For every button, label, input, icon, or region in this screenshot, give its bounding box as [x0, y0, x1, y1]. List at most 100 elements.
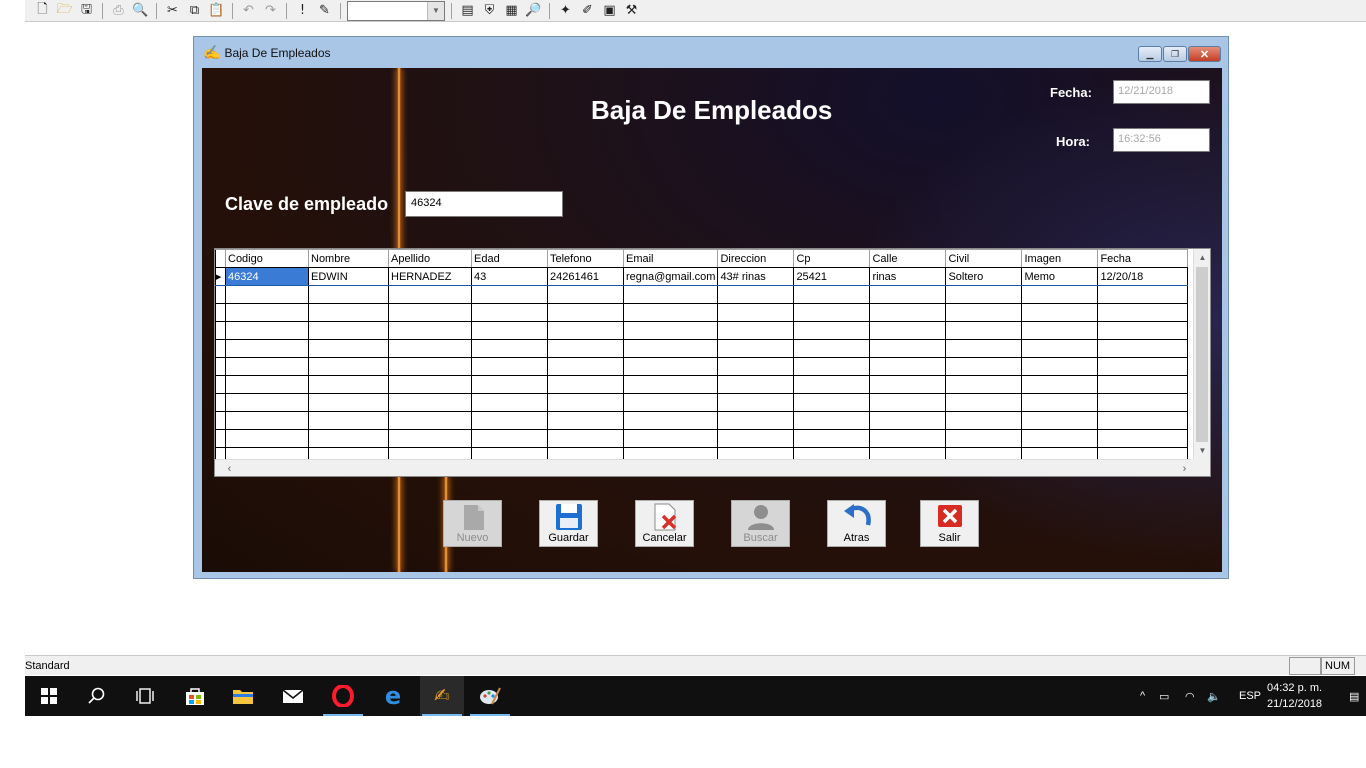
employee-grid[interactable]: Codigo Nombre Apellido Edad Telefono Ema…: [214, 248, 1211, 477]
grid-cell[interactable]: [547, 375, 624, 394]
row-header-cell[interactable]: [215, 357, 226, 376]
grid-cell[interactable]: rinas: [869, 267, 947, 286]
grid-cell[interactable]: [1097, 339, 1189, 358]
grid-cell[interactable]: [547, 303, 624, 322]
column-header[interactable]: Codigo: [225, 249, 309, 268]
grid-cell[interactable]: [225, 357, 309, 376]
grid-cell[interactable]: [793, 429, 871, 448]
column-header[interactable]: Fecha: [1097, 249, 1189, 268]
grid-cell[interactable]: [869, 357, 947, 376]
grid-cell[interactable]: [308, 375, 389, 394]
row-header-cell[interactable]: [215, 375, 226, 394]
grid-cell[interactable]: [225, 339, 309, 358]
grid-cell[interactable]: [869, 393, 947, 412]
column-header[interactable]: Telefono: [547, 249, 624, 268]
grid-cell[interactable]: 43# rinas: [717, 267, 795, 286]
grid-cell[interactable]: [717, 339, 795, 358]
grid-cell[interactable]: [547, 339, 624, 358]
grid-cell[interactable]: [225, 303, 309, 322]
grid-cell[interactable]: [793, 411, 871, 430]
object-browser-icon[interactable]: 🔎: [524, 2, 543, 19]
grid-cell[interactable]: [945, 285, 1023, 304]
grid-cell[interactable]: [793, 339, 871, 358]
grid-cell[interactable]: [793, 393, 871, 412]
grid-cell[interactable]: [869, 339, 947, 358]
toolbar-combo[interactable]: ▼: [347, 0, 445, 21]
open-folder-icon[interactable]: 🗁: [55, 2, 74, 19]
grid-cell[interactable]: [1097, 357, 1189, 376]
grid-cell[interactable]: [622, 411, 719, 430]
grid-cell[interactable]: [1097, 411, 1189, 430]
row-pointer-icon[interactable]: ▶: [215, 267, 226, 286]
grid-cell[interactable]: [945, 429, 1023, 448]
grid-cell[interactable]: [388, 375, 472, 394]
grid-cell[interactable]: [622, 357, 719, 376]
grid-cell[interactable]: [547, 429, 624, 448]
grid-cell[interactable]: [308, 321, 389, 340]
scroll-thumb[interactable]: [1196, 267, 1208, 442]
grid-cell[interactable]: [547, 321, 624, 340]
grid-cell[interactable]: 25421: [793, 267, 871, 286]
fecha-field[interactable]: 12/21/2018: [1113, 80, 1210, 104]
row-header-cell[interactable]: [215, 393, 226, 412]
column-header[interactable]: Calle: [869, 249, 947, 268]
grid-cell[interactable]: [869, 285, 947, 304]
data-view-icon[interactable]: ▣: [600, 2, 619, 19]
grid-cell[interactable]: [388, 303, 472, 322]
grid-cell[interactable]: HERNADEZ: [388, 267, 472, 286]
nuevo-button[interactable]: Nuevo: [443, 500, 502, 547]
grid-cell[interactable]: [717, 393, 795, 412]
empty-table-row[interactable]: [215, 285, 1189, 304]
column-header[interactable]: Civil: [945, 249, 1023, 268]
grid-cell[interactable]: [717, 411, 795, 430]
run-icon[interactable]: !: [293, 2, 312, 19]
search-icon[interactable]: [75, 676, 119, 716]
row-header-cell[interactable]: [215, 411, 226, 430]
grid-cell[interactable]: [793, 375, 871, 394]
close-button[interactable]: ✕: [1188, 46, 1221, 62]
grid-cell[interactable]: [1021, 303, 1099, 322]
grid-cell[interactable]: [388, 339, 472, 358]
grid-cell[interactable]: [388, 393, 472, 412]
grid-cell[interactable]: [793, 285, 871, 304]
horizontal-scrollbar[interactable]: ‹ ›: [215, 459, 1193, 476]
grid-cell[interactable]: [1097, 375, 1189, 394]
cut-icon[interactable]: ✂: [163, 2, 182, 19]
chevron-down-icon[interactable]: ▼: [427, 1, 444, 20]
grid-cell[interactable]: [225, 285, 309, 304]
grid-cell[interactable]: [717, 375, 795, 394]
column-header[interactable]: Apellido: [388, 249, 472, 268]
grid-cell[interactable]: [471, 303, 548, 322]
edge-icon[interactable]: e: [371, 676, 415, 716]
tools-icon[interactable]: ⚒: [622, 2, 641, 19]
grid-cell[interactable]: [308, 411, 389, 430]
grid-cell[interactable]: [547, 357, 624, 376]
grid-cell[interactable]: 46324: [225, 267, 309, 286]
hora-field[interactable]: 16:32:56: [1113, 128, 1210, 152]
grid-cell[interactable]: [945, 357, 1023, 376]
grid-cell[interactable]: [622, 339, 719, 358]
battery-icon[interactable]: ▭: [1159, 676, 1169, 716]
grid-cell[interactable]: [945, 375, 1023, 394]
vb6-app-icon[interactable]: ✍: [420, 676, 464, 716]
row-header-cell[interactable]: [215, 339, 226, 358]
grid-cell[interactable]: [547, 285, 624, 304]
buscar-button[interactable]: Buscar: [731, 500, 790, 547]
grid-cell[interactable]: Memo: [1021, 267, 1099, 286]
grid-cell[interactable]: [717, 285, 795, 304]
grid-cell[interactable]: [622, 321, 719, 340]
empty-table-row[interactable]: [215, 411, 1189, 430]
grid-cell[interactable]: [1021, 393, 1099, 412]
grid-cell[interactable]: [869, 411, 947, 430]
wifi-icon[interactable]: ◠: [1185, 676, 1195, 716]
grid-cell[interactable]: [308, 303, 389, 322]
grid-cell[interactable]: [945, 411, 1023, 430]
row-header-cell[interactable]: [215, 321, 226, 340]
grid-cell[interactable]: [1097, 393, 1189, 412]
grid-cell[interactable]: [471, 375, 548, 394]
grid-cell[interactable]: [1021, 339, 1099, 358]
grid-cell[interactable]: [1021, 429, 1099, 448]
grid-cell[interactable]: [471, 393, 548, 412]
grid-cell[interactable]: [388, 357, 472, 376]
grid-cell[interactable]: [869, 303, 947, 322]
